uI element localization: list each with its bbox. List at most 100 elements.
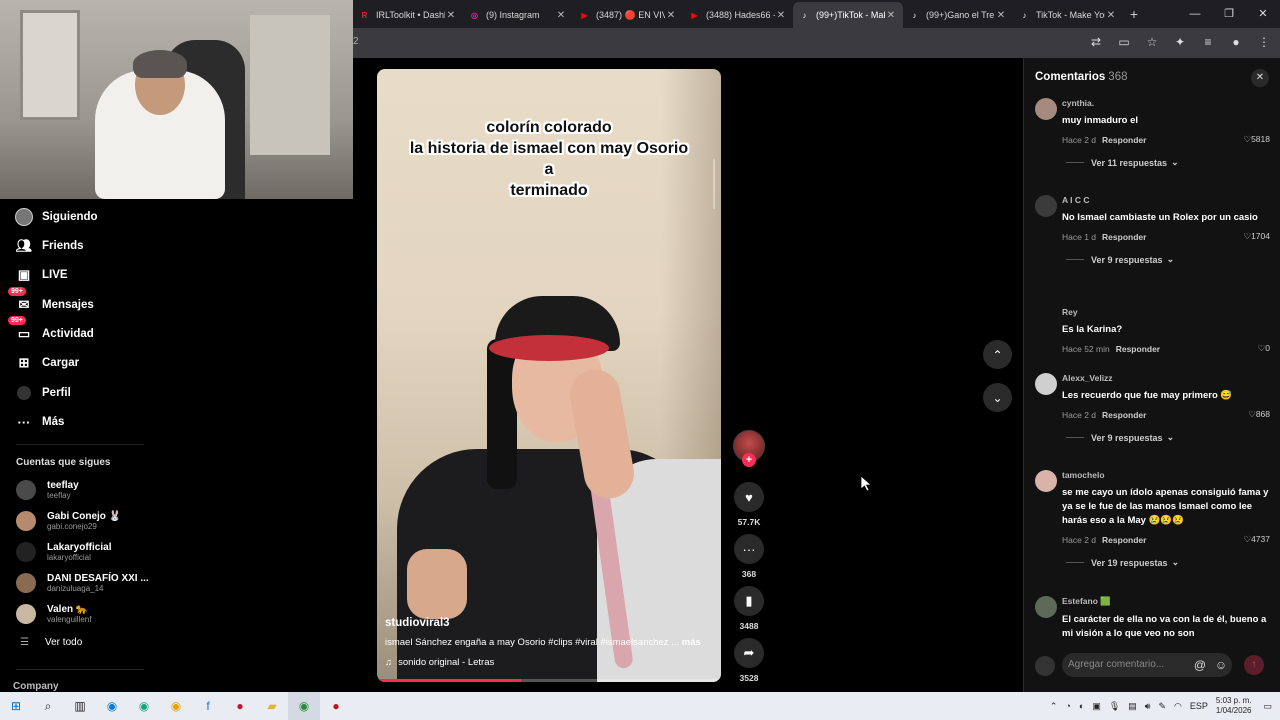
- search-icon[interactable]: ⌕: [32, 692, 64, 720]
- browser-tab[interactable]: ♪ TikTok - Make You ✕: [1013, 2, 1123, 28]
- restore-icon[interactable]: ❐: [1212, 0, 1246, 28]
- language-indicator[interactable]: ESP: [1190, 701, 1208, 711]
- reply-button[interactable]: Responder: [1116, 344, 1160, 354]
- volume-icon[interactable]: 🔊︎: [1145, 701, 1151, 712]
- close-tab-icon[interactable]: ✕: [885, 10, 897, 21]
- bookmark-star-icon[interactable]: ☆: [1144, 34, 1160, 50]
- bookmark-icon[interactable]: ▮: [734, 586, 764, 616]
- post-comment-button[interactable]: ↑: [1244, 655, 1264, 675]
- video-progress-bar[interactable]: [377, 679, 721, 682]
- comment-user[interactable]: A I C C: [1062, 195, 1270, 205]
- tray-chevron-icon[interactable]: ⌃: [1050, 701, 1058, 712]
- comment-user[interactable]: Estefano 🟩: [1062, 596, 1270, 607]
- company-link[interactable]: Company: [13, 681, 59, 692]
- browser-tab[interactable]: R IRLToolkit • Dashb ✕: [353, 2, 463, 28]
- windows-start-icon[interactable]: ⊞: [0, 692, 32, 720]
- avatar[interactable]: [1035, 307, 1057, 329]
- cast-icon[interactable]: ▭: [1116, 34, 1132, 50]
- close-tab-icon[interactable]: ✕: [995, 10, 1007, 21]
- following-account[interactable]: teeflay teeflay: [16, 480, 79, 500]
- following-account[interactable]: Valen 🐆 valenguillenf: [16, 604, 91, 624]
- extensions-icon[interactable]: ✦: [1172, 34, 1188, 50]
- avatar[interactable]: [1035, 470, 1057, 492]
- tray-app-icon[interactable]: ▣: [1092, 701, 1101, 712]
- next-video-button[interactable]: ⌄: [983, 383, 1012, 412]
- heart-icon[interactable]: ♥: [734, 482, 764, 512]
- following-account[interactable]: DANI DESAFÍO XXI ... danizuluaga_14: [16, 573, 149, 593]
- avatar[interactable]: [1035, 98, 1057, 120]
- save-action[interactable]: ▮ 3488: [730, 586, 768, 631]
- browser-tab-active[interactable]: ♪ (99+)TikTok - Mak ✕: [793, 2, 903, 28]
- avatar[interactable]: [1035, 373, 1057, 395]
- emoji-icon[interactable]: ☺: [1213, 657, 1229, 673]
- close-tab-icon[interactable]: ✕: [665, 10, 677, 21]
- new-tab-icon[interactable]: +: [1123, 6, 1145, 22]
- reply-button[interactable]: Responder: [1102, 535, 1146, 545]
- comment-user[interactable]: Rey: [1062, 307, 1270, 317]
- task-view-icon[interactable]: ▥: [64, 692, 96, 720]
- close-window-icon[interactable]: ✕: [1246, 0, 1280, 28]
- mention-icon[interactable]: @: [1192, 657, 1208, 673]
- reply-button[interactable]: Responder: [1102, 410, 1146, 420]
- edge-browser-icon[interactable]: ◉: [96, 692, 128, 720]
- browser-tab[interactable]: ♪ (99+)Gano el Tre ✕: [903, 2, 1013, 28]
- comment-user[interactable]: Alexx_Velizz: [1062, 373, 1270, 383]
- nav-item-activity[interactable]: ▭ 99+ Actividad: [8, 316, 94, 344]
- view-replies-button[interactable]: Ver 19 respuestas ⌄: [1066, 557, 1270, 568]
- obs-icon[interactable]: ●: [320, 692, 352, 720]
- comment-likes[interactable]: ♡4737: [1243, 534, 1270, 545]
- browser-tab[interactable]: ▶ (3487) 🔴 EN VIV ✕: [573, 2, 683, 28]
- view-replies-button[interactable]: Ver 9 respuestas ⌄: [1066, 254, 1270, 265]
- facebook-icon[interactable]: f: [192, 692, 224, 720]
- microphone-icon[interactable]: 🎙︎: [1109, 701, 1120, 712]
- share-action[interactable]: ➦ 3528: [730, 638, 768, 683]
- comment-likes[interactable]: ♡868: [1248, 409, 1270, 420]
- profile-avatar-icon[interactable]: ●: [1228, 34, 1244, 50]
- address-bar[interactable]: 2 ⇄ ▭ ☆ ✦ ≡ ● ⋮: [353, 28, 1280, 58]
- browser-tab[interactable]: ▶ (3488) Hades66 - ✕: [683, 2, 793, 28]
- menu-kebab-icon[interactable]: ⋮: [1256, 34, 1272, 50]
- comment-likes[interactable]: ♡0: [1258, 343, 1270, 354]
- reading-list-icon[interactable]: ≡: [1200, 34, 1216, 50]
- nav-item-upload[interactable]: ⊞ Cargar: [14, 353, 80, 373]
- tray-app-icon[interactable]: ▤: [1128, 701, 1137, 712]
- comment-likes[interactable]: ♡5818: [1243, 134, 1270, 145]
- avatar[interactable]: [1035, 596, 1057, 618]
- comment-action[interactable]: ··· 368: [730, 534, 768, 579]
- close-tab-icon[interactable]: ✕: [775, 10, 787, 21]
- tray-app-icon[interactable]: ◐: [1079, 701, 1084, 711]
- comment-user[interactable]: cynthia.: [1062, 98, 1270, 108]
- video-player[interactable]: colorín colorado la historia de ismael c…: [377, 69, 721, 682]
- minimize-icon[interactable]: —: [1178, 0, 1212, 28]
- following-account[interactable]: Gabi Conejo 🐰 gabi.conejo29: [16, 511, 121, 531]
- close-tab-icon[interactable]: ✕: [1105, 10, 1117, 21]
- edge-dev-icon[interactable]: ◉: [128, 692, 160, 720]
- wifi-icon[interactable]: ◠: [1174, 701, 1182, 712]
- nav-item-friends[interactable]: 👥︎ Friends: [14, 236, 84, 256]
- previous-video-button[interactable]: ⌃: [983, 340, 1012, 369]
- browser-tab[interactable]: ◎ (9) Instagram ✕: [463, 2, 573, 28]
- file-explorer-icon[interactable]: ▰: [256, 692, 288, 720]
- close-tab-icon[interactable]: ✕: [555, 10, 567, 21]
- following-account[interactable]: Lakaryofficial lakaryofficial: [16, 542, 111, 562]
- close-tab-icon[interactable]: ✕: [445, 10, 457, 21]
- comment-likes[interactable]: ♡1704: [1243, 231, 1270, 242]
- view-replies-button[interactable]: Ver 9 respuestas ⌄: [1066, 432, 1270, 443]
- share-arrow-icon[interactable]: ➦: [734, 638, 764, 668]
- comment-bubble-icon[interactable]: ···: [734, 534, 764, 564]
- video-music[interactable]: ♫ sonido original - Letras: [385, 657, 715, 668]
- avatar[interactable]: [1035, 195, 1057, 217]
- reply-button[interactable]: Responder: [1102, 232, 1146, 242]
- more-button[interactable]: más: [682, 637, 701, 648]
- app-red-icon[interactable]: ●: [224, 692, 256, 720]
- close-comments-button[interactable]: ✕: [1251, 69, 1269, 87]
- system-clock[interactable]: 5:03 p. m. 1/04/2026: [1216, 696, 1252, 716]
- translate-icon[interactable]: ⇄: [1088, 34, 1104, 50]
- chrome-active-icon[interactable]: ◉: [288, 692, 320, 720]
- video-author[interactable]: studioviral3: [385, 617, 715, 629]
- pen-icon[interactable]: ✎: [1158, 701, 1166, 712]
- nav-item-more[interactable]: ··· Más: [14, 412, 65, 432]
- nav-item-live[interactable]: ▣ LIVE: [14, 265, 68, 285]
- chrome-icon[interactable]: ◉: [160, 692, 192, 720]
- see-all-link[interactable]: ☰ Ver todo: [20, 637, 82, 648]
